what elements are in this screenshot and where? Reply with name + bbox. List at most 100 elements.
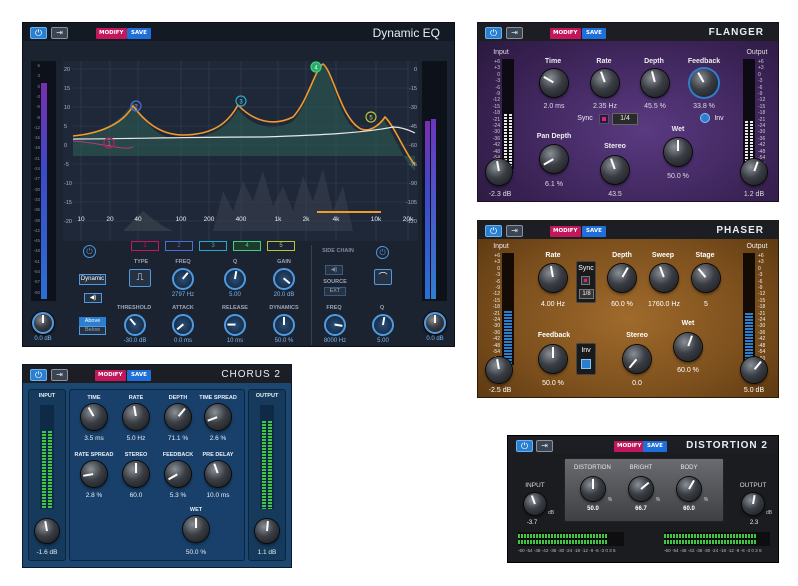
side-chain-power-icon[interactable]: ⏻ <box>376 246 389 259</box>
chorus-knob[interactable] <box>165 461 191 487</box>
body-knob[interactable] <box>677 477 701 501</box>
sync-value-dropdown[interactable]: 1/4 <box>612 113 638 125</box>
dynamics-knob[interactable] <box>273 314 295 336</box>
save-button[interactable]: SAVE <box>127 370 151 381</box>
freq-tick-label: 4k <box>332 216 340 223</box>
input-knob[interactable] <box>524 493 546 515</box>
stereo-knob[interactable] <box>601 156 629 184</box>
save-button[interactable]: SAVE <box>643 441 667 452</box>
modify-button[interactable]: MODIFY <box>96 28 127 39</box>
band-tab-5[interactable]: 5 <box>267 241 295 251</box>
input-knob[interactable] <box>35 519 59 543</box>
link-icon[interactable]: ⇥ <box>51 369 68 381</box>
distortion-knob[interactable] <box>581 477 605 501</box>
link-icon[interactable]: ⇥ <box>506 27 523 39</box>
modify-button[interactable]: MODIFY <box>95 370 126 381</box>
power-icon[interactable]: ⏻ <box>485 27 502 39</box>
link-icon[interactable]: ⇥ <box>51 27 68 39</box>
input-knob[interactable] <box>486 357 512 383</box>
sync-value-dropdown[interactable]: 1/8 <box>579 289 594 299</box>
save-button[interactable]: SAVE <box>582 28 606 39</box>
wet-label: WET <box>189 507 203 513</box>
wet-knob[interactable] <box>664 138 692 166</box>
output-knob[interactable] <box>424 312 446 334</box>
sc-freq-knob[interactable] <box>324 314 346 336</box>
modify-button[interactable]: MODIFY <box>550 226 581 237</box>
chorus-knob[interactable] <box>165 404 191 430</box>
dynamic-button[interactable]: Dynamic <box>79 274 106 285</box>
pan-depth-knob[interactable] <box>540 145 568 173</box>
input-knob[interactable] <box>32 312 54 334</box>
chorus-knob[interactable] <box>81 404 107 430</box>
listen-button[interactable]: ◀) <box>84 293 102 303</box>
depth-label: Depth <box>612 252 632 259</box>
power-icon[interactable]: ⏻ <box>485 225 502 237</box>
db-tick-left: 5 <box>64 124 67 130</box>
modify-button[interactable]: MODIFY <box>550 28 581 39</box>
power-icon[interactable]: ⏻ <box>30 27 47 39</box>
link-icon[interactable]: ⇥ <box>506 225 523 237</box>
sc-filter-type-button[interactable]: ⌒ <box>374 269 392 285</box>
sweep-knob[interactable] <box>650 264 678 292</box>
input-knob[interactable] <box>486 159 512 185</box>
frequency-range-bar[interactable] <box>317 211 381 213</box>
sc-q-knob[interactable] <box>372 314 394 336</box>
save-button[interactable]: SAVE <box>127 28 151 39</box>
freq-label: FREQ <box>175 259 191 265</box>
above-button[interactable]: Above <box>79 317 106 326</box>
chorus-knob[interactable] <box>123 404 149 430</box>
power-icon[interactable]: ⏻ <box>516 440 533 452</box>
stereo-knob[interactable] <box>623 345 651 373</box>
chorus-knob-label: RATE <box>128 395 144 401</box>
band-tab-3[interactable]: 3 <box>199 241 227 251</box>
chorus-knob[interactable] <box>205 461 231 487</box>
freq-knob[interactable] <box>172 268 194 290</box>
sync-toggle[interactable] <box>581 276 590 285</box>
feedback-knob[interactable] <box>539 345 567 373</box>
filter-type-button[interactable]: ⎍ <box>129 269 151 287</box>
sync-toggle[interactable] <box>599 114 609 124</box>
eq-graph[interactable]: 1 2 3 4 5 20151050-5-10-15-20 0-15-30-45… <box>63 61 418 241</box>
side-chain-listen-button[interactable]: ◀) <box>325 265 343 275</box>
release-knob[interactable] <box>224 314 246 336</box>
feedback-knob[interactable] <box>690 69 718 97</box>
threshold-knob[interactable] <box>124 314 146 336</box>
link-icon[interactable]: ⇥ <box>536 440 553 452</box>
save-button[interactable]: SAVE <box>582 226 606 237</box>
bright-knob[interactable] <box>629 477 653 501</box>
output-value: 2.3 <box>749 520 759 526</box>
meter-tick: 6 <box>37 63 40 68</box>
output-meter <box>743 253 755 365</box>
depth-knob[interactable] <box>608 264 636 292</box>
ext-button[interactable]: EXT <box>324 287 346 296</box>
q-knob[interactable] <box>224 268 246 290</box>
output-knob[interactable] <box>255 519 279 543</box>
rate-knob[interactable] <box>591 69 619 97</box>
chorus-knob[interactable] <box>81 461 107 487</box>
below-button[interactable]: Below <box>79 326 106 335</box>
time-knob[interactable] <box>540 69 568 97</box>
inv-toggle[interactable] <box>700 113 710 123</box>
rate-knob[interactable] <box>539 264 567 292</box>
band-tab-4[interactable]: 4 <box>233 241 261 251</box>
wet-knob[interactable] <box>674 333 702 361</box>
band-tab-2[interactable]: 2 <box>165 241 193 251</box>
modify-button[interactable]: MODIFY <box>614 441 645 452</box>
output-knob[interactable] <box>741 357 767 383</box>
output-knob[interactable] <box>741 159 767 185</box>
inv-toggle[interactable] <box>581 359 591 369</box>
band-selector[interactable]: 12345 <box>131 241 301 253</box>
band-tab-1[interactable]: 1 <box>131 241 159 251</box>
chorus-knob[interactable] <box>205 404 231 430</box>
inv-label: Inv <box>714 115 724 122</box>
attack-knob[interactable] <box>172 314 194 336</box>
band-power-icon[interactable]: ⏻ <box>83 245 96 258</box>
output-knob[interactable] <box>742 493 764 515</box>
output-value: 1.1 dB <box>257 549 277 556</box>
depth-knob[interactable] <box>641 69 669 97</box>
wet-knob[interactable] <box>183 516 209 542</box>
gain-knob[interactable] <box>273 268 295 290</box>
stage-knob[interactable] <box>692 264 720 292</box>
chorus-knob[interactable] <box>123 461 149 487</box>
power-icon[interactable]: ⏻ <box>30 369 47 381</box>
